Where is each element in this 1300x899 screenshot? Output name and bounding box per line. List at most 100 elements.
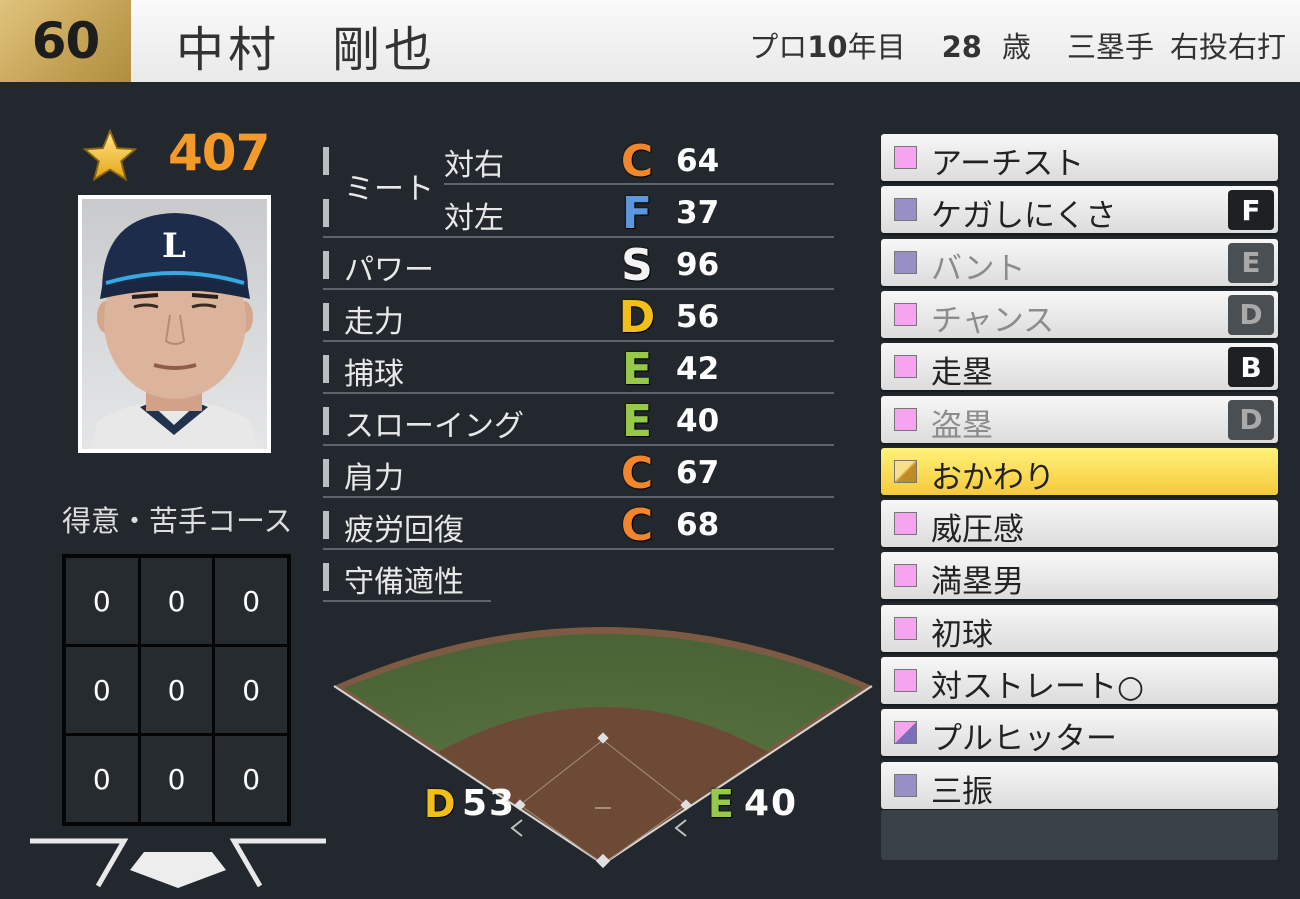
stat-divider	[323, 340, 834, 342]
pink-square-icon	[894, 512, 917, 536]
stat-value-fielding: 42	[676, 351, 720, 387]
svg-text:L: L	[162, 226, 186, 266]
gold-square-icon	[894, 459, 917, 483]
pink-square-icon	[894, 355, 917, 379]
ability-label: 三振	[931, 773, 993, 810]
player-portrait: L	[82, 199, 267, 449]
pro-years-suffix: 年目	[847, 30, 906, 64]
ability-grade-badge: B	[1228, 347, 1274, 388]
stat-rank-arm: C	[620, 448, 654, 499]
stat-value-arm: 67	[676, 455, 720, 491]
ability-row[interactable]: 対ストレート○	[881, 657, 1278, 705]
fielding-position-label: 守備適性	[344, 565, 464, 600]
pink-square-icon	[894, 616, 917, 640]
ability-row[interactable]: ケガしにくさ F	[881, 186, 1278, 235]
stat-label-recovery: 疲労回復	[344, 513, 464, 548]
course-cell: 0	[140, 736, 213, 822]
course-cell: 0	[215, 647, 287, 733]
purple-square-icon	[894, 250, 917, 274]
stat-bar	[323, 147, 329, 175]
pro-label: プロ	[749, 30, 808, 64]
ability-row[interactable]: チャンス D	[881, 290, 1278, 339]
course-cell: 0	[66, 558, 138, 644]
ability-row[interactable]: バント E	[881, 238, 1278, 287]
ability-label: プルヒッター	[931, 721, 1117, 758]
ability-label: ケガしにくさ	[931, 198, 1117, 235]
ability-row[interactable]: 満塁男	[881, 552, 1278, 601]
ability-label: バント	[931, 250, 1026, 287]
pink-square-icon	[894, 146, 917, 169]
ability-grade-badge: F	[1228, 190, 1274, 231]
course-cell: 0	[66, 736, 138, 822]
stat-bar	[323, 355, 329, 383]
ability-row[interactable]: 走塁 B	[881, 343, 1278, 392]
course-cell: 0	[140, 558, 213, 644]
ability-empty-slot[interactable]	[881, 810, 1278, 860]
stat-divider	[323, 548, 834, 550]
stat-value-throwing: 40	[676, 403, 720, 439]
stat-rank-speed: D	[618, 292, 656, 343]
player-position: 三塁手	[1066, 30, 1154, 64]
ability-row[interactable]: 盗塁 D	[881, 395, 1278, 444]
age-suffix: 歳	[1001, 30, 1031, 64]
stat-divider	[323, 392, 834, 394]
stat-divider	[323, 236, 834, 238]
ability-label: チャンス	[931, 302, 1055, 339]
ability-row[interactable]: おかわり	[881, 447, 1278, 496]
ability-row[interactable]: アーチスト	[881, 134, 1278, 182]
stat-divider	[323, 496, 834, 498]
stat-bar	[323, 563, 329, 591]
ability-label: 対ストレート○	[931, 669, 1145, 705]
overall-rating: 407	[168, 124, 270, 182]
ability-label: おかわり	[931, 459, 1055, 496]
first-base-value: 40	[744, 783, 799, 824]
player-face-illustration: L	[92, 213, 258, 449]
ability-label: 走塁	[931, 355, 993, 392]
player-age: 28	[941, 30, 982, 64]
stat-value-recovery: 68	[676, 507, 720, 543]
course-cell: 0	[66, 647, 138, 733]
course-cell: 0	[215, 558, 287, 644]
player-header: 60 中村 剛也 プロ 10 年目 28 歳 三塁手 右投右打	[0, 0, 1300, 82]
purple-square-icon	[894, 773, 917, 797]
stat-bar	[323, 407, 329, 435]
split-square-icon	[894, 721, 917, 745]
stat-value-speed: 56	[676, 299, 720, 335]
third-base-value: 53	[462, 783, 517, 824]
ability-grade-badge: D	[1228, 294, 1274, 335]
stat-label-speed: 走力	[344, 305, 404, 340]
course-cell: 0	[140, 647, 213, 733]
stat-rank-power: S	[621, 240, 653, 291]
ability-row[interactable]: プルヒッター	[881, 709, 1278, 758]
ability-row[interactable]: 威圧感	[881, 500, 1278, 549]
course-title: 得意・苦手コース	[62, 504, 293, 538]
pink-square-icon	[894, 407, 917, 431]
ability-row[interactable]: 三振	[881, 761, 1278, 810]
player-portrait-frame: L	[78, 195, 271, 453]
baseball-field	[333, 627, 873, 869]
stat-bar	[323, 459, 329, 487]
ability-label: 満塁男	[931, 564, 1024, 601]
ability-label: 盗塁	[931, 407, 993, 444]
meet-vs-right-label: 対右	[444, 148, 504, 183]
stat-label-arm: 肩力	[344, 461, 404, 496]
pink-square-icon	[894, 669, 917, 692]
stat-divider	[444, 183, 834, 185]
stat-label-throwing: スローイング	[344, 409, 524, 444]
meet-label: ミート	[344, 172, 434, 207]
player-handedness: 右投右打	[1169, 30, 1286, 64]
stat-bar	[323, 303, 329, 331]
ability-grade-badge: E	[1228, 242, 1274, 283]
ability-label: 威圧感	[931, 512, 1024, 549]
meet-vs-right-rank: C	[620, 136, 654, 187]
player-meta: プロ 10 年目 28 歳 三塁手 右投右打	[749, 24, 1286, 66]
stat-label-power: パワー	[344, 253, 434, 288]
ability-row[interactable]: 初球	[881, 604, 1278, 653]
player-name: 中村 剛也	[176, 22, 437, 78]
stat-rank-fielding: E	[621, 344, 653, 395]
stat-divider	[323, 444, 834, 446]
stat-label-fielding: 捕球	[344, 357, 404, 392]
course-grid: 0 0 0 0 0 0 0 0 0	[62, 554, 291, 826]
stat-bar	[323, 511, 329, 539]
home-plate-icon	[30, 838, 326, 888]
